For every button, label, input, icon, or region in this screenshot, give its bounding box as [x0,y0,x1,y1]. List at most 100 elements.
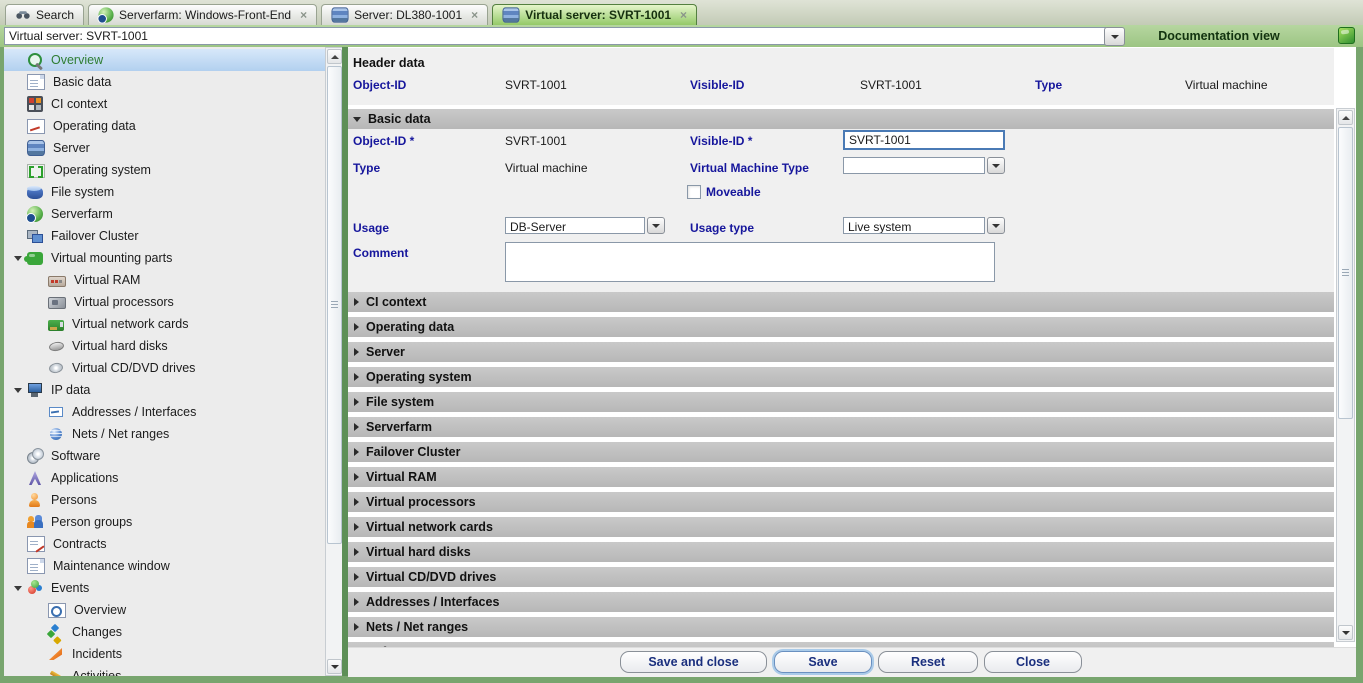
scrollbar-thumb[interactable] [1338,127,1353,419]
usage-dropdown[interactable]: DB-Server [505,217,665,234]
section-operating-data[interactable]: Operating data [348,317,1334,337]
sidebar-item-virtual-ram[interactable]: Virtual RAM [4,269,325,291]
visible-id-label: Visible-ID [690,78,744,92]
sidebar-item-operating-system[interactable]: Operating system [4,159,325,181]
sidebar-item-basic-data[interactable]: Basic data [4,71,325,93]
section-virtual-processors[interactable]: Virtual processors [348,492,1334,512]
section-addresses-interfaces[interactable]: Addresses / Interfaces [348,592,1334,612]
sidebar-item-changes[interactable]: Changes [4,621,325,643]
arrow-right-icon [354,498,359,506]
section-operating-system[interactable]: Operating system [348,367,1334,387]
object-id-value: SVRT-1001 [505,78,567,92]
close-icon[interactable]: × [471,8,478,22]
section-virtual-hard-disks[interactable]: Virtual hard disks [348,542,1334,562]
sidebar-item-virtual-processors[interactable]: Virtual processors [4,291,325,313]
dropdown-arrow-button[interactable] [647,217,665,234]
sidebar-item-persons[interactable]: Persons [4,489,325,511]
tab-virtual-server-svrt-1001[interactable]: Virtual server: SVRT-1001 × [492,4,697,25]
tab-server-dl380-1001[interactable]: Server: DL380-1001 × [321,4,488,25]
sidebar-item-virtual-hard-disks[interactable]: Virtual hard disks [4,335,325,357]
sidebar-item-serverfarm[interactable]: Serverfarm [4,203,325,225]
type-field-value: Virtual machine [505,161,588,175]
sidebar-item-incidents[interactable]: Incidents [4,643,325,665]
section-server[interactable]: Server [348,342,1334,362]
sidebar-item-file-system[interactable]: File system [4,181,325,203]
object-selector-input[interactable] [4,27,1106,45]
document-icon [27,558,45,574]
reset-button[interactable]: Reset [878,651,978,673]
usage-value[interactable]: DB-Server [505,217,645,234]
footer-button-bar: Save and close Save Reset Close [348,647,1356,677]
section-failover-cluster[interactable]: Failover Cluster [348,442,1334,462]
sidebar-item-software[interactable]: Software [4,445,325,467]
sidebar-item-virtual-mounting-parts[interactable]: Virtual mounting parts [4,247,325,269]
usage-type-value[interactable]: Live system [843,217,985,234]
dropdown-arrow-button[interactable] [987,217,1005,234]
document-icon [27,74,45,90]
sidebar-item-overview[interactable]: Overview [4,599,325,621]
expander-icon[interactable] [12,388,24,393]
sidebar-item-failover-cluster[interactable]: Failover Cluster [4,225,325,247]
save-and-close-button[interactable]: Save and close [620,651,767,673]
tab-serverfarm-windows-front-end[interactable]: Serverfarm: Windows-Front-End × [88,4,317,25]
comment-textarea[interactable] [505,242,995,282]
sidebar-item-ci-context[interactable]: CI context [4,93,325,115]
sidebar-item-addresses-interfaces[interactable]: Addresses / Interfaces [4,401,325,423]
vm-type-dropdown[interactable] [843,157,1005,174]
sidebar-item-nets-net-ranges[interactable]: Nets / Net ranges [4,423,325,445]
dropdown-arrow-button[interactable] [987,157,1005,174]
save-button[interactable]: Save [774,651,872,673]
scroll-down-button[interactable] [1338,625,1353,640]
expander-icon[interactable] [12,586,24,591]
arrow-right-icon [354,573,359,581]
sidebar-tree: Overview Basic data CI context Operating… [4,49,325,676]
usage-type-dropdown[interactable]: Live system [843,217,1005,234]
sidebar-item-activities[interactable]: Activities [4,665,325,676]
cluster-icon [27,228,43,244]
type-value: Virtual machine [1185,78,1268,92]
section-serverfarm[interactable]: Serverfarm [348,417,1334,437]
arrow-right-icon [354,473,359,481]
visible-id-input[interactable] [843,130,1005,150]
sidebar-item-overview[interactable]: Overview [4,49,325,71]
arrow-right-icon [354,523,359,531]
section-file-system[interactable]: File system [348,392,1334,412]
arrow-right-icon [354,348,359,356]
sidebar-scrollbar[interactable] [325,47,342,676]
section-nets-net-ranges[interactable]: Nets / Net ranges [348,617,1334,637]
comment-label: Comment [353,246,408,260]
close-icon[interactable]: × [300,8,307,22]
nic-icon [48,320,64,331]
sidebar-item-operating-data[interactable]: Operating data [4,115,325,137]
close-button[interactable]: Close [984,651,1082,673]
scroll-down-button[interactable] [327,659,342,674]
scrollbar-thumb[interactable] [327,66,342,544]
moveable-checkbox[interactable] [687,185,701,199]
scroll-up-button[interactable] [327,49,342,64]
documentation-view-label: Documentation view [1128,29,1310,43]
section-virtual-cd-dvd-drives[interactable]: Virtual CD/DVD drives [348,567,1334,587]
database-icon [332,7,349,22]
sidebar-item-virtual-cd-dvd-drives[interactable]: Virtual CD/DVD drives [4,357,325,379]
tab-search[interactable]: Search [5,4,84,25]
sidebar-item-person-groups[interactable]: Person groups [4,511,325,533]
sidebar-item-contracts[interactable]: Contracts [4,533,325,555]
database-icon [27,140,45,156]
vm-type-value[interactable] [843,157,985,174]
section-virtual-ram[interactable]: Virtual RAM [348,467,1334,487]
chevron-down-icon [1111,35,1119,39]
sidebar-item-applications[interactable]: Applications [4,467,325,489]
main-scrollbar[interactable] [1336,108,1355,642]
close-icon[interactable]: × [680,8,687,22]
sidebar-item-maintenance-window[interactable]: Maintenance window [4,555,325,577]
object-selector-dropdown-button[interactable] [1104,27,1125,46]
sidebar-item-server[interactable]: Server [4,137,325,159]
sidebar-item-events[interactable]: Events [4,577,325,599]
sidebar-item-ip-data[interactable]: IP data [4,379,325,401]
sidebar-item-virtual-network-cards[interactable]: Virtual network cards [4,313,325,335]
section-basic-data[interactable]: Basic data [348,109,1334,129]
scroll-up-button[interactable] [1338,110,1353,125]
section-virtual-network-cards[interactable]: Virtual network cards [348,517,1334,537]
expander-icon[interactable] [12,256,24,261]
section-ci-context[interactable]: CI context [348,292,1334,312]
